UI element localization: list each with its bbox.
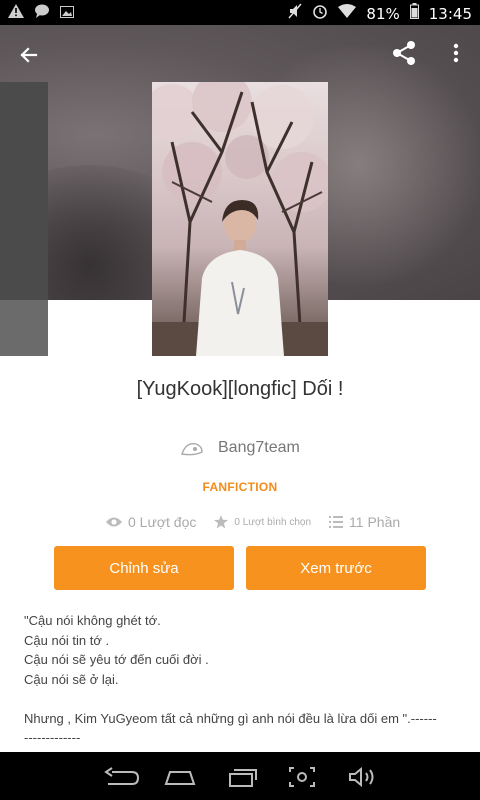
nav-recent-icon	[229, 769, 257, 787]
navigation-bar	[0, 752, 480, 800]
clock-time: 13:45	[428, 4, 472, 23]
chat-icon	[34, 4, 50, 22]
share-icon	[393, 41, 415, 65]
nav-volume-icon	[349, 766, 374, 788]
story-cover-image	[152, 82, 328, 356]
nav-screenshot-icon	[289, 767, 315, 787]
nav-back-button[interactable]	[102, 764, 142, 790]
eye-icon	[106, 517, 122, 527]
author-name: Bang7team	[218, 439, 300, 456]
story-description: "Cậu nói không ghét tớ. Cậu nói tin tớ .…	[24, 611, 464, 748]
battery-percent: 81%	[366, 4, 400, 23]
nav-back-icon	[104, 767, 140, 785]
reads-count: 0 Lượt đọc	[128, 514, 197, 530]
story-stats: 0 Lượt đọc 0 Lượt bình chọn 11 Phần	[106, 513, 400, 531]
description-line: Nhưng , Kim YuGyeom tất cả những gì anh …	[24, 710, 437, 726]
edit-button[interactable]: Chỉnh sửa	[54, 546, 234, 590]
wifi-icon	[338, 4, 357, 23]
description-line: Cậu nói sẽ yêu tớ đến cuối đời .	[24, 652, 209, 667]
description-line: "Cậu nói không ghét tớ.	[24, 613, 161, 628]
description-line: Cậu nói sẽ ở lại.	[24, 671, 119, 687]
status-bar: 81% 13:45	[0, 0, 480, 25]
share-button[interactable]	[389, 38, 419, 68]
author-link[interactable]: Bang7team	[180, 436, 300, 460]
more-options-button[interactable]	[446, 38, 466, 68]
more-vertical-icon	[453, 43, 459, 63]
nav-home-icon	[164, 771, 196, 785]
story-title: [YugKook][longfic] Dối !	[136, 378, 344, 400]
back-button[interactable]	[14, 40, 44, 70]
nav-volume-button[interactable]	[342, 764, 382, 790]
description-line: Cậu nói tin tớ .	[24, 632, 110, 648]
category-label[interactable]: FANFICTION	[0, 480, 480, 494]
votes-count: 0 Lượt bình chọn	[234, 516, 312, 528]
alarm-icon	[312, 3, 328, 24]
battery-icon	[409, 3, 419, 24]
previous-story-cover[interactable]	[0, 82, 48, 356]
nav-screenshot-button[interactable]	[282, 764, 322, 790]
mute-icon	[288, 3, 302, 24]
author-avatar-icon	[181, 443, 203, 456]
nav-recent-apps-button[interactable]	[220, 764, 260, 790]
list-icon	[329, 516, 344, 528]
star-icon	[214, 515, 229, 529]
preview-button[interactable]: Xem trước	[246, 546, 426, 590]
arrow-left-icon	[20, 47, 38, 63]
nav-home-button[interactable]	[160, 764, 200, 790]
description-line: -------------	[24, 730, 81, 745]
warning-icon	[8, 4, 24, 22]
image-icon	[60, 4, 74, 22]
parts-count: 11 Phần	[349, 514, 401, 530]
